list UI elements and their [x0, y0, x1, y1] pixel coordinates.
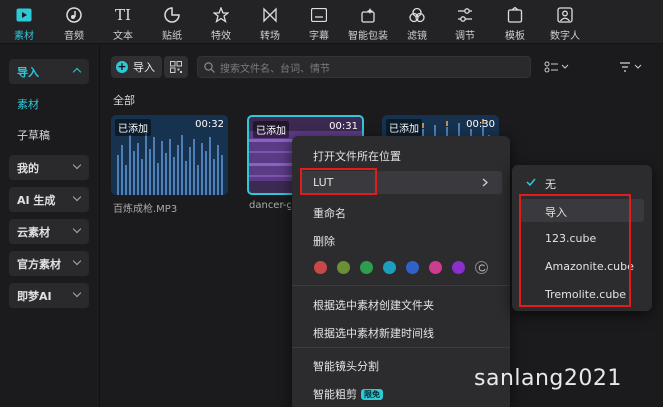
effects-icon	[212, 6, 230, 24]
top-toolbar: 素材 音频 TI 文本 贴纸 特效 转场 字幕 智能包装 滤镜 调节 模板 数字…	[0, 0, 663, 44]
sidebar-group-jimeng-ai[interactable]: 即梦AI	[9, 283, 89, 308]
sidebar: 导入 素材 子草稿 我的 AI 生成 云素材 官方素材 即梦AI	[0, 45, 100, 407]
added-badge: 已添加	[253, 121, 289, 138]
filter-sort-button[interactable]	[619, 60, 645, 74]
duration-label: 00:32	[195, 119, 224, 130]
duration-label: 00:30	[466, 119, 495, 130]
media-icon	[15, 6, 33, 24]
toolbar-tab-text[interactable]: TI 文本	[105, 0, 141, 44]
color-label-dot[interactable]	[360, 261, 373, 274]
added-badge: 已添加	[386, 119, 422, 136]
grid-icon	[170, 61, 182, 73]
toolbar-tab-media[interactable]: 素材	[6, 0, 42, 44]
sticker-icon	[163, 6, 181, 24]
toolbar-tab-digital-human[interactable]: 数字人	[545, 0, 585, 44]
text-icon: TI	[115, 6, 131, 24]
sidebar-group-mine[interactable]: 我的	[9, 155, 89, 180]
toolbar-tab-transition[interactable]: 转场	[252, 0, 288, 44]
filter-icon	[408, 6, 426, 24]
toolbar-tab-smart-pack[interactable]: 智能包装	[345, 0, 391, 44]
smart-pack-icon	[359, 6, 377, 24]
color-label-dot[interactable]	[406, 261, 419, 274]
chevron-down-icon	[72, 224, 82, 234]
subtitle-icon	[310, 6, 328, 24]
toolbar-tab-sticker[interactable]: 贴纸	[154, 0, 190, 44]
template-icon	[506, 6, 524, 24]
toolbar-tab-subtitle[interactable]: 字幕	[301, 0, 337, 44]
menu-item-create-timeline[interactable]: 根据选中素材新建时间线	[313, 325, 434, 341]
search-input[interactable]: 搜索文件名、台词、情节	[220, 60, 330, 75]
watermark: sanlang2021	[474, 366, 622, 391]
check-icon	[526, 178, 536, 186]
transition-icon	[261, 6, 279, 24]
highlight-box-lut	[300, 168, 377, 195]
toolbar-tab-audio[interactable]: 音频	[56, 0, 92, 44]
color-label-dot[interactable]	[383, 261, 396, 274]
chevron-down-icon	[72, 160, 82, 170]
chevron-right-icon	[482, 178, 488, 187]
media-card-audio[interactable]: 已添加 00:32	[111, 115, 228, 195]
search-icon	[204, 61, 215, 73]
highlight-box-lut-options	[519, 194, 631, 307]
chevron-down-icon	[72, 256, 82, 266]
menu-item-open-location[interactable]: 打开文件所在位置	[313, 148, 401, 164]
lut-option-none[interactable]: 无	[545, 176, 556, 192]
toolbar-tab-adjust[interactable]: 调节	[447, 0, 483, 44]
menu-divider	[292, 347, 510, 348]
color-label-dot[interactable]	[452, 261, 465, 274]
menu-item-delete[interactable]: 删除	[313, 233, 335, 249]
audio-icon	[65, 6, 83, 24]
free-badge: 限免	[361, 389, 383, 400]
menu-item-rename[interactable]: 重命名	[313, 205, 346, 221]
sort-filter-icon	[620, 62, 642, 72]
media-card-name: dancer-g	[249, 200, 291, 211]
sidebar-item-media[interactable]: 素材	[17, 96, 39, 112]
chevron-down-icon	[72, 192, 82, 202]
chevron-up-icon	[72, 67, 82, 77]
toolbar-tab-template[interactable]: 模板	[497, 0, 533, 44]
sidebar-group-import[interactable]: 导入	[9, 59, 89, 84]
qr-grid-button[interactable]	[164, 56, 188, 78]
menu-divider	[292, 285, 510, 286]
menu-item-create-folder[interactable]: 根据选中素材创建文件夹	[313, 297, 434, 313]
plus-icon: +	[116, 60, 128, 73]
toolbar-tab-filter[interactable]: 滤镜	[399, 0, 435, 44]
added-badge: 已添加	[115, 119, 151, 136]
sidebar-group-ai-generate[interactable]: AI 生成	[9, 187, 89, 212]
color-label-dot[interactable]	[314, 261, 327, 274]
sidebar-group-official[interactable]: 官方素材	[9, 251, 89, 276]
adjust-icon	[456, 6, 474, 24]
search-box[interactable]: 搜索文件名、台词、情节	[197, 56, 531, 78]
sidebar-group-cloud[interactable]: 云素材	[9, 219, 89, 244]
import-button[interactable]: + 导入	[111, 56, 162, 78]
menu-item-smart-rough-cut[interactable]: 智能粗剪 限免	[313, 386, 383, 402]
color-label-dot[interactable]	[337, 261, 350, 274]
list-view-icon	[544, 61, 569, 73]
color-label-dot[interactable]	[429, 261, 442, 274]
menu-item-smart-split[interactable]: 智能镜头分割	[313, 358, 379, 374]
media-card-name: 百炼成枪.MP3	[113, 204, 178, 215]
toolbar-tab-effects[interactable]: 特效	[203, 0, 239, 44]
reset-color-icon[interactable]	[475, 261, 488, 274]
digital-human-icon	[556, 6, 574, 24]
duration-label: 00:31	[329, 121, 358, 132]
section-title: 全部	[113, 94, 135, 107]
view-mode-button[interactable]	[544, 60, 570, 74]
sidebar-item-sub-draft[interactable]: 子草稿	[17, 127, 50, 143]
chevron-down-icon	[72, 288, 82, 298]
